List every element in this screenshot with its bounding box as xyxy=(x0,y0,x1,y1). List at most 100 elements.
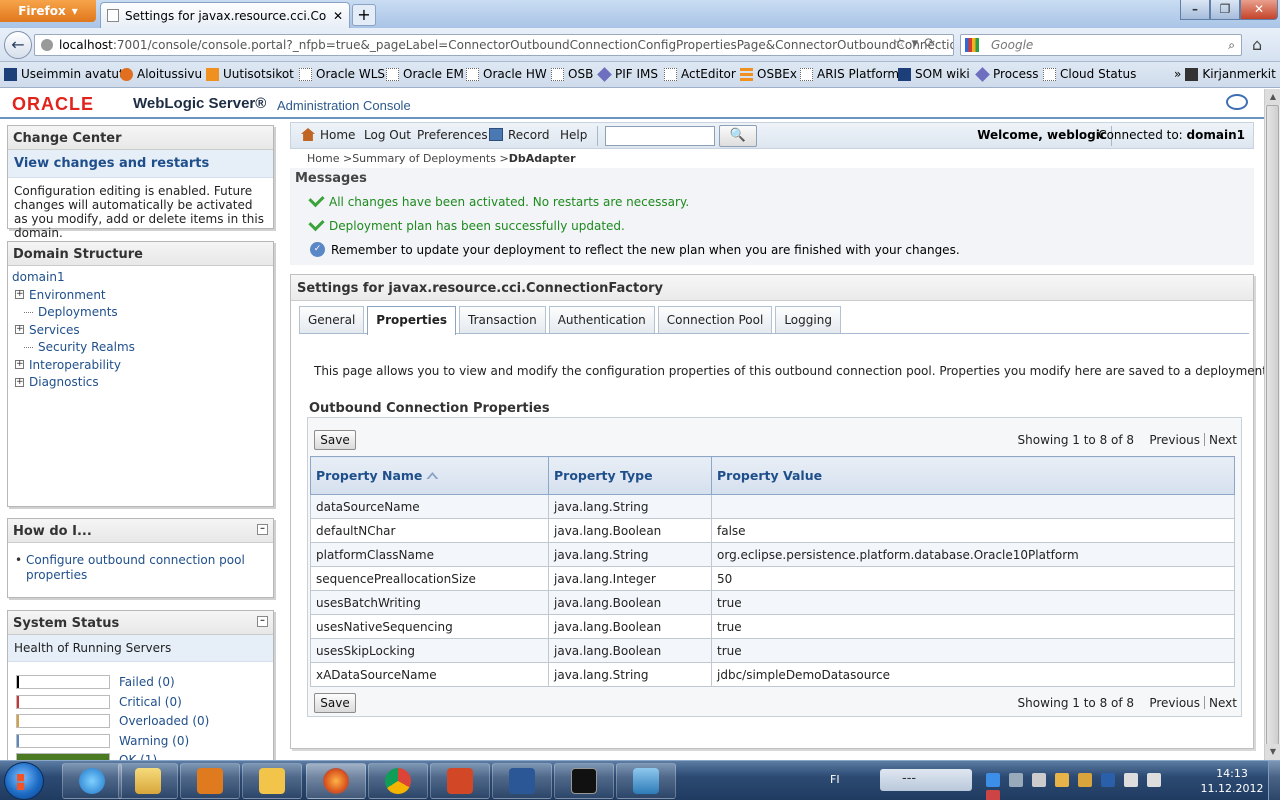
breadcrumb-summary[interactable]: Summary of Deployments xyxy=(352,152,496,165)
home-icon[interactable]: ⌂ xyxy=(1252,35,1262,54)
bookmark-item[interactable]: ARIS Platform xyxy=(800,67,899,81)
bookmark-item[interactable]: OSBEx xyxy=(740,67,797,81)
tree-item-diagnostics[interactable]: + Diagnostics xyxy=(12,374,269,392)
tab-close-icon[interactable]: ✕ xyxy=(333,9,343,23)
taskbar-clock[interactable]: 14:13 11.12.2012 xyxy=(1200,766,1264,796)
home-link[interactable]: Home xyxy=(301,128,355,142)
property-value-cell[interactable]: jdbc/simpleDemoDatasource xyxy=(711,662,1235,687)
bookmark-item[interactable]: Oracle EM xyxy=(386,67,464,81)
language-indicator[interactable]: FI xyxy=(830,773,840,786)
tab-logging[interactable]: Logging xyxy=(775,306,841,334)
taskbar-app-explorer[interactable] xyxy=(118,763,178,799)
network-icon[interactable] xyxy=(1009,773,1023,787)
dropbox-icon[interactable] xyxy=(986,773,1000,787)
help-link[interactable]: Help xyxy=(560,128,587,142)
url-bar[interactable]: localhost:7001/console/console.portal?_n… xyxy=(34,34,954,56)
bookmark-item[interactable]: ActEditor xyxy=(664,67,736,81)
bookmark-item[interactable]: Oracle WLS xyxy=(299,67,385,81)
url-bar-icons[interactable]: ☆▾⟳ xyxy=(894,36,941,51)
collapse-icon[interactable]: – xyxy=(257,616,268,627)
next-link[interactable]: Next xyxy=(1209,433,1237,447)
tree-item-environment[interactable]: + Environment xyxy=(12,286,269,304)
tab-connection-pool[interactable]: Connection Pool xyxy=(657,306,773,334)
bookmark-item[interactable]: PIF IMS xyxy=(597,66,658,82)
scroll-down-icon[interactable]: ▼ xyxy=(1265,744,1280,760)
bookmark-item[interactable]: Uutisotsikot xyxy=(206,67,294,81)
save-button[interactable]: Save xyxy=(314,693,356,713)
taskbar-app-ie[interactable] xyxy=(62,763,122,799)
usb-icon[interactable] xyxy=(1032,773,1046,787)
browser-tab[interactable]: Settings for javax.resource.cci.Connecti… xyxy=(100,2,350,28)
tab-properties[interactable]: Properties xyxy=(367,306,457,335)
property-value-cell[interactable]: true xyxy=(711,638,1235,663)
start-button[interactable] xyxy=(4,762,44,800)
property-value-cell[interactable] xyxy=(711,494,1235,519)
collapse-icon[interactable]: – xyxy=(257,524,268,535)
taskbar-app-media[interactable] xyxy=(180,763,240,799)
bookmark-item[interactable]: Cloud Status xyxy=(1043,67,1136,81)
tray-widget[interactable]: --- xyxy=(880,769,972,791)
volume-muted-icon[interactable] xyxy=(986,790,1000,800)
bookmarks-menu[interactable]: » Kirjanmerkit xyxy=(1174,67,1276,81)
new-tab-button[interactable]: + xyxy=(352,4,376,26)
tree-item-interoperability[interactable]: + Interoperability xyxy=(12,356,269,374)
property-value-cell[interactable]: true xyxy=(711,614,1235,639)
column-header-property-name[interactable]: Property Name xyxy=(310,456,549,495)
logout-link[interactable]: Log Out xyxy=(364,128,411,142)
column-header-property-type[interactable]: Property Type xyxy=(548,456,712,495)
tab-general[interactable]: General xyxy=(299,306,365,334)
taskbar-app-cmd[interactable] xyxy=(554,763,614,799)
expand-icon[interactable]: + xyxy=(15,360,24,370)
lock-icon[interactable] xyxy=(1078,773,1092,787)
previous-link[interactable]: Previous xyxy=(1149,433,1200,447)
preferences-link[interactable]: Preferences xyxy=(417,128,488,142)
tree-item-deployments[interactable]: Deployments xyxy=(12,304,269,322)
flag-icon[interactable] xyxy=(1147,773,1161,787)
sort-ascending-icon[interactable] xyxy=(426,472,439,479)
taskbar-app-mail[interactable] xyxy=(242,763,302,799)
property-value-cell[interactable]: org.eclipse.persistence.platform.databas… xyxy=(711,542,1235,567)
bookmark-item[interactable]: Useimmin avatut xyxy=(4,67,124,81)
property-value-cell[interactable]: false xyxy=(711,518,1235,543)
health-label-link[interactable]: Warning (0) xyxy=(119,734,189,748)
health-label-link[interactable]: Critical (0) xyxy=(119,695,182,709)
health-label-link[interactable]: Overloaded (0) xyxy=(119,714,209,728)
expand-icon[interactable]: + xyxy=(15,290,24,300)
search-icon[interactable]: ⌕ xyxy=(1228,35,1235,55)
firefox-menu-button[interactable]: Firefox ▾ xyxy=(0,0,96,22)
taskbar-app-presentation[interactable] xyxy=(430,763,490,799)
maximize-button[interactable]: ❐ xyxy=(1210,0,1240,20)
taskbar-app-word[interactable] xyxy=(492,763,552,799)
scroll-thumb[interactable] xyxy=(1266,105,1279,745)
page-scrollbar[interactable]: ▲ ▼ xyxy=(1264,89,1280,760)
console-search-input[interactable] xyxy=(605,126,715,146)
property-value-cell[interactable]: 50 xyxy=(711,566,1235,591)
record-link[interactable]: Record xyxy=(489,128,549,142)
web-search-input[interactable]: Google ⌕ xyxy=(960,34,1242,56)
tree-item-security-realms[interactable]: Security Realms xyxy=(12,339,269,357)
bookmark-item[interactable]: SOM wiki xyxy=(898,67,970,81)
expand-icon[interactable]: + xyxy=(15,377,24,387)
save-button[interactable]: Save xyxy=(314,430,356,450)
breadcrumb-home[interactable]: Home xyxy=(307,152,339,165)
bookmark-item[interactable]: Aloitussivu xyxy=(120,67,202,81)
health-label-link[interactable]: OK (1) xyxy=(119,753,157,760)
column-header-property-value[interactable]: Property Value xyxy=(711,456,1235,495)
scroll-up-icon[interactable]: ▲ xyxy=(1265,89,1280,105)
tab-transaction[interactable]: Transaction xyxy=(459,306,546,334)
tab-authentication[interactable]: Authentication xyxy=(548,306,655,334)
health-label-link[interactable]: Failed (0) xyxy=(119,675,175,689)
bookmark-item[interactable]: OSB xyxy=(551,67,593,81)
taskbar-app-photos[interactable] xyxy=(616,763,676,799)
back-button[interactable]: ← xyxy=(4,31,32,59)
previous-link[interactable]: Previous xyxy=(1149,696,1200,710)
vpn-icon[interactable] xyxy=(1101,773,1115,787)
taskbar-app-firefox[interactable] xyxy=(306,763,366,799)
property-value-cell[interactable]: true xyxy=(711,590,1235,615)
how-do-i-link[interactable]: Configure outbound connection pool prope… xyxy=(8,543,273,589)
bookmark-item[interactable]: Process xyxy=(975,66,1039,82)
tree-item-services[interactable]: + Services xyxy=(12,321,269,339)
expand-icon[interactable]: + xyxy=(15,325,24,335)
console-search-button[interactable]: 🔍 xyxy=(719,125,757,147)
view-changes-link[interactable]: View changes and restarts xyxy=(8,150,273,178)
